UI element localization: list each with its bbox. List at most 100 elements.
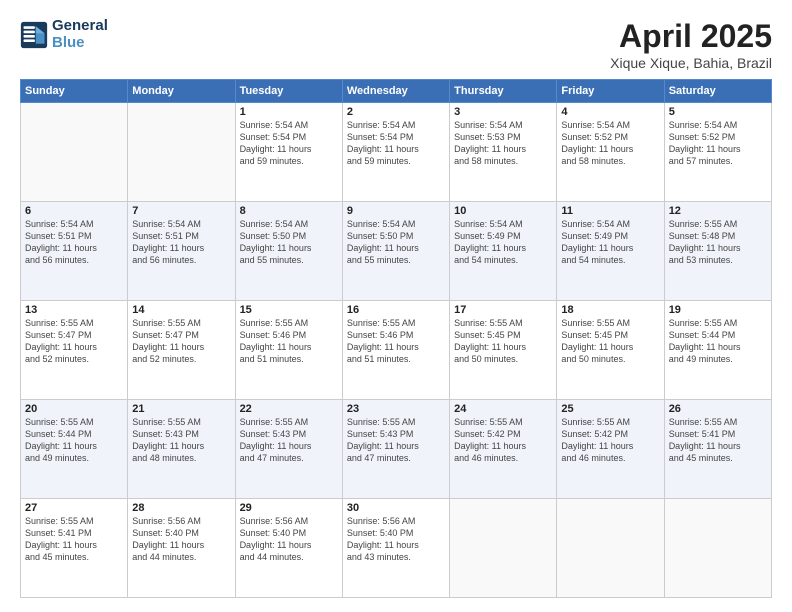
day-number: 8 xyxy=(240,205,338,217)
day-number: 25 xyxy=(561,403,659,415)
day-number: 19 xyxy=(669,304,767,316)
table-row: 23Sunrise: 5:55 AM Sunset: 5:43 PM Dayli… xyxy=(342,400,449,499)
day-info: Sunrise: 5:55 AM Sunset: 5:42 PM Dayligh… xyxy=(454,416,552,465)
day-number: 28 xyxy=(132,502,230,514)
table-row xyxy=(450,499,557,598)
table-row xyxy=(128,103,235,202)
table-row: 28Sunrise: 5:56 AM Sunset: 5:40 PM Dayli… xyxy=(128,499,235,598)
header-sunday: Sunday xyxy=(21,80,128,103)
day-info: Sunrise: 5:54 AM Sunset: 5:49 PM Dayligh… xyxy=(454,218,552,267)
day-number: 11 xyxy=(561,205,659,217)
table-row: 24Sunrise: 5:55 AM Sunset: 5:42 PM Dayli… xyxy=(450,400,557,499)
calendar-week-row: 6Sunrise: 5:54 AM Sunset: 5:51 PM Daylig… xyxy=(21,202,772,301)
table-row: 13Sunrise: 5:55 AM Sunset: 5:47 PM Dayli… xyxy=(21,301,128,400)
table-row xyxy=(21,103,128,202)
day-number: 3 xyxy=(454,106,552,118)
table-row: 3Sunrise: 5:54 AM Sunset: 5:53 PM Daylig… xyxy=(450,103,557,202)
day-info: Sunrise: 5:54 AM Sunset: 5:53 PM Dayligh… xyxy=(454,119,552,168)
table-row: 30Sunrise: 5:56 AM Sunset: 5:40 PM Dayli… xyxy=(342,499,449,598)
day-info: Sunrise: 5:55 AM Sunset: 5:45 PM Dayligh… xyxy=(454,317,552,366)
table-row xyxy=(557,499,664,598)
day-info: Sunrise: 5:56 AM Sunset: 5:40 PM Dayligh… xyxy=(240,515,338,564)
day-info: Sunrise: 5:54 AM Sunset: 5:50 PM Dayligh… xyxy=(347,218,445,267)
day-number: 13 xyxy=(25,304,123,316)
table-row: 11Sunrise: 5:54 AM Sunset: 5:49 PM Dayli… xyxy=(557,202,664,301)
table-row: 15Sunrise: 5:55 AM Sunset: 5:46 PM Dayli… xyxy=(235,301,342,400)
table-row: 14Sunrise: 5:55 AM Sunset: 5:47 PM Dayli… xyxy=(128,301,235,400)
day-number: 9 xyxy=(347,205,445,217)
day-info: Sunrise: 5:55 AM Sunset: 5:48 PM Dayligh… xyxy=(669,218,767,267)
table-row: 7Sunrise: 5:54 AM Sunset: 5:51 PM Daylig… xyxy=(128,202,235,301)
day-info: Sunrise: 5:54 AM Sunset: 5:50 PM Dayligh… xyxy=(240,218,338,267)
table-row: 1Sunrise: 5:54 AM Sunset: 5:54 PM Daylig… xyxy=(235,103,342,202)
title-block: April 2025 Xique Xique, Bahia, Brazil xyxy=(610,18,772,71)
day-info: Sunrise: 5:55 AM Sunset: 5:43 PM Dayligh… xyxy=(347,416,445,465)
day-number: 4 xyxy=(561,106,659,118)
day-number: 15 xyxy=(240,304,338,316)
day-info: Sunrise: 5:55 AM Sunset: 5:43 PM Dayligh… xyxy=(240,416,338,465)
header-saturday: Saturday xyxy=(664,80,771,103)
calendar-table: Sunday Monday Tuesday Wednesday Thursday… xyxy=(20,79,772,598)
day-info: Sunrise: 5:55 AM Sunset: 5:46 PM Dayligh… xyxy=(240,317,338,366)
day-number: 20 xyxy=(25,403,123,415)
table-row: 2Sunrise: 5:54 AM Sunset: 5:54 PM Daylig… xyxy=(342,103,449,202)
day-number: 16 xyxy=(347,304,445,316)
table-row: 22Sunrise: 5:55 AM Sunset: 5:43 PM Dayli… xyxy=(235,400,342,499)
table-row: 19Sunrise: 5:55 AM Sunset: 5:44 PM Dayli… xyxy=(664,301,771,400)
calendar-week-row: 20Sunrise: 5:55 AM Sunset: 5:44 PM Dayli… xyxy=(21,400,772,499)
table-row: 12Sunrise: 5:55 AM Sunset: 5:48 PM Dayli… xyxy=(664,202,771,301)
day-info: Sunrise: 5:55 AM Sunset: 5:45 PM Dayligh… xyxy=(561,317,659,366)
day-info: Sunrise: 5:54 AM Sunset: 5:51 PM Dayligh… xyxy=(25,218,123,267)
day-info: Sunrise: 5:55 AM Sunset: 5:42 PM Dayligh… xyxy=(561,416,659,465)
day-info: Sunrise: 5:54 AM Sunset: 5:52 PM Dayligh… xyxy=(669,119,767,168)
day-number: 17 xyxy=(454,304,552,316)
header-tuesday: Tuesday xyxy=(235,80,342,103)
header-monday: Monday xyxy=(128,80,235,103)
table-row: 25Sunrise: 5:55 AM Sunset: 5:42 PM Dayli… xyxy=(557,400,664,499)
day-number: 12 xyxy=(669,205,767,217)
day-number: 26 xyxy=(669,403,767,415)
day-info: Sunrise: 5:55 AM Sunset: 5:44 PM Dayligh… xyxy=(25,416,123,465)
table-row: 5Sunrise: 5:54 AM Sunset: 5:52 PM Daylig… xyxy=(664,103,771,202)
table-row xyxy=(664,499,771,598)
logo-icon xyxy=(20,21,48,49)
day-info: Sunrise: 5:55 AM Sunset: 5:43 PM Dayligh… xyxy=(132,416,230,465)
day-number: 30 xyxy=(347,502,445,514)
day-number: 22 xyxy=(240,403,338,415)
day-number: 27 xyxy=(25,502,123,514)
calendar-header-row: Sunday Monday Tuesday Wednesday Thursday… xyxy=(21,80,772,103)
day-info: Sunrise: 5:54 AM Sunset: 5:54 PM Dayligh… xyxy=(347,119,445,168)
day-number: 14 xyxy=(132,304,230,316)
day-info: Sunrise: 5:54 AM Sunset: 5:51 PM Dayligh… xyxy=(132,218,230,267)
day-info: Sunrise: 5:55 AM Sunset: 5:47 PM Dayligh… xyxy=(132,317,230,366)
table-row: 8Sunrise: 5:54 AM Sunset: 5:50 PM Daylig… xyxy=(235,202,342,301)
table-row: 29Sunrise: 5:56 AM Sunset: 5:40 PM Dayli… xyxy=(235,499,342,598)
day-info: Sunrise: 5:54 AM Sunset: 5:52 PM Dayligh… xyxy=(561,119,659,168)
day-number: 10 xyxy=(454,205,552,217)
day-number: 21 xyxy=(132,403,230,415)
day-info: Sunrise: 5:55 AM Sunset: 5:41 PM Dayligh… xyxy=(25,515,123,564)
logo: General Blue xyxy=(20,18,108,51)
table-row: 16Sunrise: 5:55 AM Sunset: 5:46 PM Dayli… xyxy=(342,301,449,400)
subtitle: Xique Xique, Bahia, Brazil xyxy=(610,55,772,71)
day-info: Sunrise: 5:55 AM Sunset: 5:44 PM Dayligh… xyxy=(669,317,767,366)
day-number: 5 xyxy=(669,106,767,118)
day-info: Sunrise: 5:56 AM Sunset: 5:40 PM Dayligh… xyxy=(132,515,230,564)
table-row: 26Sunrise: 5:55 AM Sunset: 5:41 PM Dayli… xyxy=(664,400,771,499)
day-number: 1 xyxy=(240,106,338,118)
table-row: 10Sunrise: 5:54 AM Sunset: 5:49 PM Dayli… xyxy=(450,202,557,301)
day-info: Sunrise: 5:55 AM Sunset: 5:46 PM Dayligh… xyxy=(347,317,445,366)
day-number: 6 xyxy=(25,205,123,217)
day-number: 29 xyxy=(240,502,338,514)
table-row: 20Sunrise: 5:55 AM Sunset: 5:44 PM Dayli… xyxy=(21,400,128,499)
day-info: Sunrise: 5:55 AM Sunset: 5:41 PM Dayligh… xyxy=(669,416,767,465)
table-row: 17Sunrise: 5:55 AM Sunset: 5:45 PM Dayli… xyxy=(450,301,557,400)
day-number: 2 xyxy=(347,106,445,118)
table-row: 9Sunrise: 5:54 AM Sunset: 5:50 PM Daylig… xyxy=(342,202,449,301)
day-number: 23 xyxy=(347,403,445,415)
day-info: Sunrise: 5:55 AM Sunset: 5:47 PM Dayligh… xyxy=(25,317,123,366)
table-row: 6Sunrise: 5:54 AM Sunset: 5:51 PM Daylig… xyxy=(21,202,128,301)
header-thursday: Thursday xyxy=(450,80,557,103)
header-friday: Friday xyxy=(557,80,664,103)
day-number: 7 xyxy=(132,205,230,217)
